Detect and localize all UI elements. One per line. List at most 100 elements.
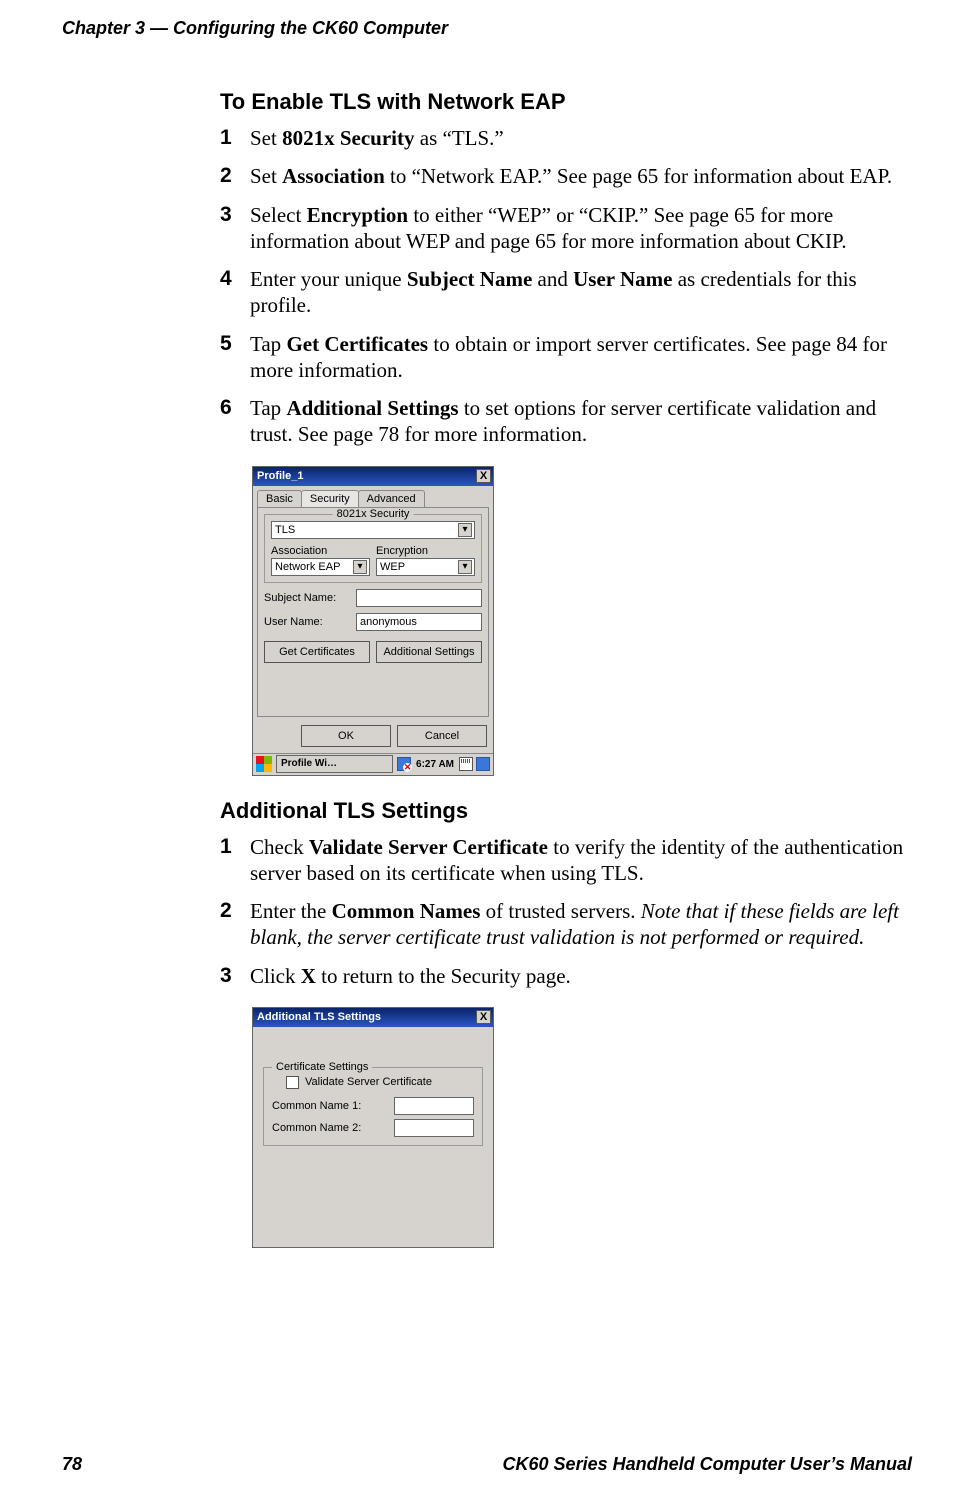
text: Tap (250, 396, 286, 420)
security-dropdown[interactable]: TLS ▾ (271, 521, 475, 539)
text: and (532, 267, 573, 291)
association-dropdown[interactable]: Network EAP ▾ (271, 558, 370, 576)
tab-body-security: 8021x Security TLS ▾ Association Network… (257, 507, 489, 717)
text: Click (250, 964, 301, 988)
step-1: 1 Set 8021x Security as “TLS.” (220, 125, 912, 151)
bold-term: 8021x Security (282, 126, 414, 150)
step-4: 4 Enter your unique Subject Name and Use… (220, 266, 912, 319)
clock: 6:27 AM (414, 759, 456, 770)
tab-advanced[interactable]: Advanced (358, 490, 425, 507)
bold-term: Subject Name (407, 267, 532, 291)
tabs-row: Basic Security Advanced (253, 486, 493, 507)
bold-term: User Name (573, 267, 672, 291)
show-desktop-icon[interactable] (476, 757, 490, 771)
tab-basic[interactable]: Basic (257, 490, 302, 507)
text: Enter the (250, 899, 332, 923)
text: Set (250, 164, 282, 188)
text: Tap (250, 332, 286, 356)
close-button[interactable]: X (476, 1010, 491, 1024)
step-number: 1 (220, 834, 238, 887)
steps-list-2: 1 Check Validate Server Certificate to v… (220, 834, 912, 989)
user-name-input[interactable]: anonymous (356, 613, 482, 631)
chapter-header: Chapter 3 — Configuring the CK60 Compute… (0, 0, 970, 39)
ok-button[interactable]: OK (301, 725, 391, 747)
page-content: To Enable TLS with Network EAP 1 Set 802… (0, 39, 970, 1248)
network-disconnected-icon[interactable] (397, 757, 411, 771)
cancel-button[interactable]: Cancel (397, 725, 487, 747)
common-name-2-label: Common Name 2: (272, 1122, 388, 1134)
heading-additional-tls: Additional TLS Settings (220, 798, 912, 824)
step-1: 1 Check Validate Server Certificate to v… (220, 834, 912, 887)
text: Check (250, 835, 309, 859)
chevron-down-icon: ▾ (353, 560, 367, 574)
dropdown-value: TLS (275, 524, 295, 536)
step-text: Set Association to “Network EAP.” See pa… (250, 163, 912, 189)
window-title: Additional TLS Settings (257, 1011, 476, 1023)
text: Enter your unique (250, 267, 407, 291)
input-panel-icon[interactable] (459, 757, 473, 771)
bold-term: Association (282, 164, 385, 188)
step-text: Click X to return to the Security page. (250, 963, 912, 989)
step-text: Tap Get Certificates to obtain or import… (250, 331, 912, 384)
step-text: Select Encryption to either “WEP” or “CK… (250, 202, 912, 255)
heading-enable-tls: To Enable TLS with Network EAP (220, 89, 912, 115)
text: to return to the Security page. (316, 964, 571, 988)
bold-term: Additional Settings (286, 396, 458, 420)
step-6: 6 Tap Additional Settings to set options… (220, 395, 912, 448)
step-number: 4 (220, 266, 238, 319)
tls-body: Certificate Settings Validate Server Cer… (253, 1027, 493, 1247)
step-number: 2 (220, 163, 238, 189)
fieldset-8021x: 8021x Security TLS ▾ Association Network… (264, 514, 482, 583)
titlebar: Profile_1 X (253, 467, 493, 486)
chevron-down-icon: ▾ (458, 523, 472, 537)
step-2: 2 Enter the Common Names of trusted serv… (220, 898, 912, 951)
additional-settings-button[interactable]: Additional Settings (376, 641, 482, 663)
bold-term: X (301, 964, 316, 988)
bold-term: Encryption (307, 203, 409, 227)
step-3: 3 Select Encryption to either “WEP” or “… (220, 202, 912, 255)
step-text: Check Validate Server Certificate to ver… (250, 834, 912, 887)
dropdown-value: Network EAP (275, 561, 340, 573)
step-text: Enter your unique Subject Name and User … (250, 266, 912, 319)
close-button[interactable]: X (476, 469, 491, 483)
page-number: 78 (62, 1454, 82, 1475)
text: Set (250, 126, 282, 150)
taskbar: Profile Wi… 6:27 AM (253, 753, 493, 775)
profile-window: Profile_1 X Basic Security Advanced 8021… (252, 466, 494, 776)
tab-security[interactable]: Security (301, 490, 359, 507)
fieldset-legend: 8021x Security (333, 508, 414, 520)
common-name-2-input[interactable] (394, 1119, 474, 1137)
validate-server-label: Validate Server Certificate (305, 1076, 432, 1088)
manual-title: CK60 Series Handheld Computer User’s Man… (503, 1454, 912, 1475)
step-text: Set 8021x Security as “TLS.” (250, 125, 912, 151)
step-number: 5 (220, 331, 238, 384)
step-number: 2 (220, 898, 238, 951)
subject-name-label: Subject Name: (264, 592, 350, 604)
fieldset-legend: Certificate Settings (272, 1061, 372, 1073)
validate-server-checkbox[interactable] (286, 1076, 299, 1089)
page-footer: 78 CK60 Series Handheld Computer User’s … (62, 1454, 912, 1475)
text: Select (250, 203, 307, 227)
subject-name-input[interactable] (356, 589, 482, 607)
step-text: Tap Additional Settings to set options f… (250, 395, 912, 448)
step-number: 6 (220, 395, 238, 448)
taskbar-app[interactable]: Profile Wi… (276, 755, 393, 773)
common-name-1-label: Common Name 1: (272, 1100, 388, 1112)
dropdown-value: WEP (380, 561, 405, 573)
step-number: 1 (220, 125, 238, 151)
text: to “Network EAP.” See page 65 for inform… (385, 164, 892, 188)
system-tray: 6:27 AM (397, 757, 490, 771)
step-3: 3 Click X to return to the Security page… (220, 963, 912, 989)
bold-term: Get Certificates (286, 332, 428, 356)
get-certificates-button[interactable]: Get Certificates (264, 641, 370, 663)
titlebar: Additional TLS Settings X (253, 1008, 493, 1027)
tls-settings-window: Additional TLS Settings X Certificate Se… (252, 1007, 494, 1248)
encryption-dropdown[interactable]: WEP ▾ (376, 558, 475, 576)
common-name-1-input[interactable] (394, 1097, 474, 1115)
encryption-label: Encryption (376, 545, 475, 557)
bold-term: Validate Server Certificate (309, 835, 548, 859)
step-5: 5 Tap Get Certificates to obtain or impo… (220, 331, 912, 384)
user-name-label: User Name: (264, 616, 350, 628)
step-text: Enter the Common Names of trusted server… (250, 898, 912, 951)
start-icon[interactable] (256, 756, 272, 772)
